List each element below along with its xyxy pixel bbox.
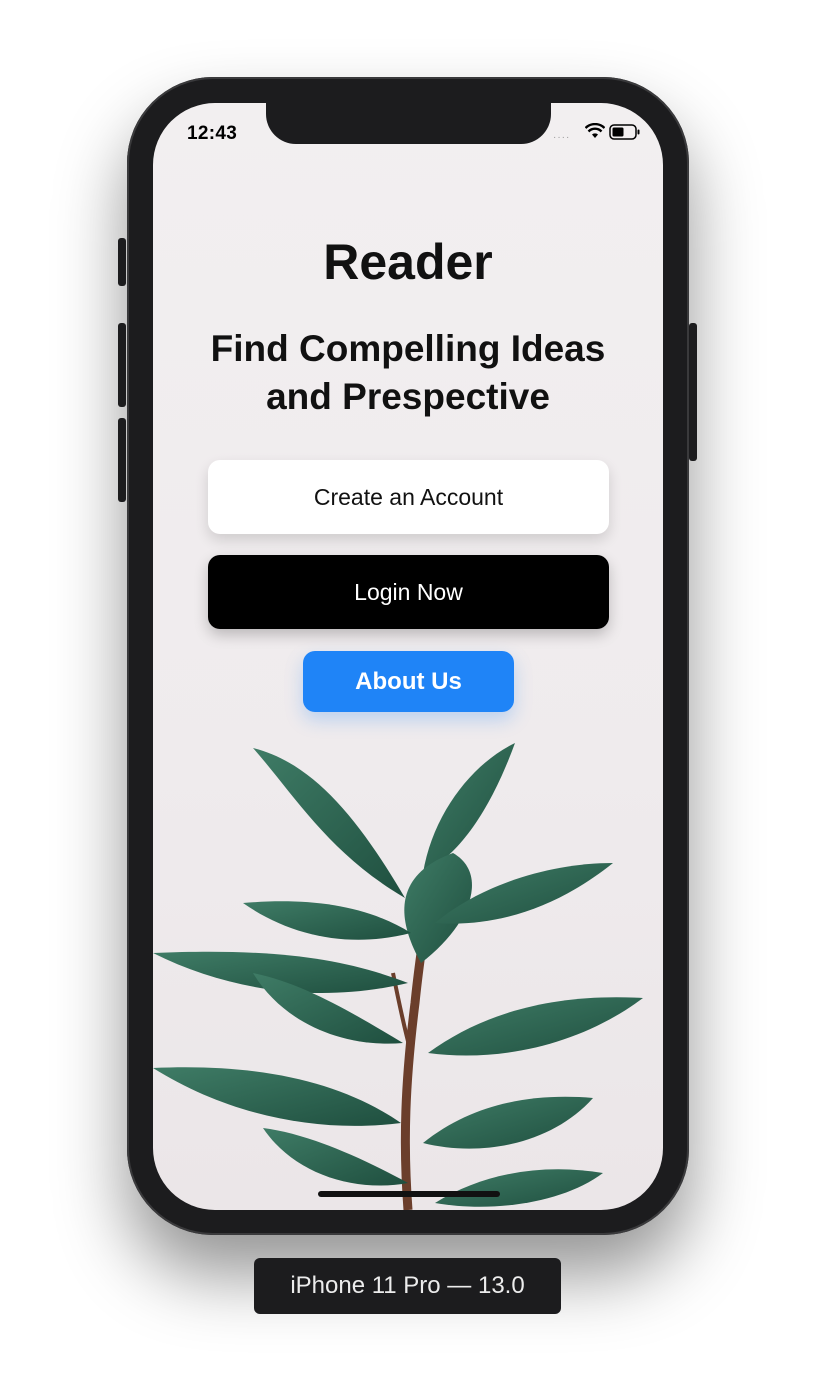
login-button[interactable]: Login Now xyxy=(208,555,609,629)
phone-screen: 12:43 ···· Reader Find Compelling Ideas … xyxy=(153,103,663,1210)
app-subtitle-line-1: Find Compelling Ideas xyxy=(210,328,606,369)
status-time: 12:43 xyxy=(187,123,238,144)
about-us-button[interactable]: About Us xyxy=(303,651,514,712)
volume-up-button xyxy=(118,323,126,407)
app-subtitle: Find Compelling Ideas and Prespective xyxy=(193,325,623,421)
create-account-button[interactable]: Create an Account xyxy=(208,460,609,534)
notch xyxy=(266,103,551,144)
battery-icon xyxy=(609,124,640,140)
app-subtitle-line-2: and Prespective xyxy=(266,376,550,417)
device-label: iPhone 11 Pro — 13.0 xyxy=(254,1258,561,1314)
app-title: Reader xyxy=(323,234,493,290)
volume-down-button xyxy=(118,418,126,502)
silent-switch xyxy=(118,238,126,286)
home-indicator[interactable] xyxy=(318,1191,500,1197)
plant-background-image xyxy=(153,743,643,1210)
cellular-signal-icon: ···· xyxy=(553,132,571,143)
power-button xyxy=(689,323,697,461)
wifi-icon xyxy=(585,123,605,138)
